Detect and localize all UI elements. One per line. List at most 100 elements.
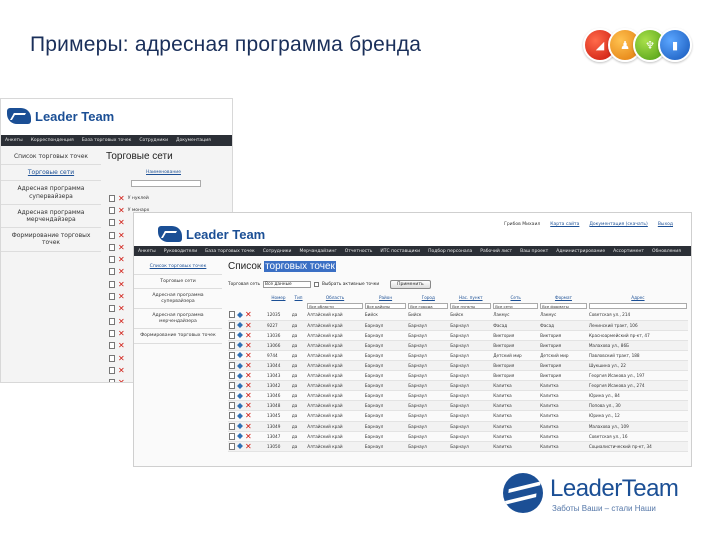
table-row[interactable]: ✕ 13042 да Алтайский край Барнаул Барнаул Барн… bbox=[228, 380, 688, 392]
sidebar-item-networks[interactable]: Торговые сети bbox=[1, 165, 101, 182]
edit-icon[interactable] bbox=[237, 372, 243, 379]
table-row[interactable]: ✕ 13043 да Алтайский край Барнаул Барнаул Барн… bbox=[228, 370, 688, 382]
table-row[interactable]: ✕ 13045 да Алтайский край Барнаул Барнаул Барн… bbox=[228, 410, 688, 422]
document-icon[interactable] bbox=[229, 362, 235, 370]
menu-item[interactable]: Отчетность bbox=[345, 249, 373, 254]
menu-item[interactable]: Рабочий лист bbox=[480, 249, 512, 254]
document-icon[interactable] bbox=[109, 268, 115, 276]
delete-icon[interactable]: ✕ bbox=[245, 402, 252, 410]
menu-item[interactable]: Анкеты bbox=[5, 138, 23, 143]
menu-item[interactable]: ИТС поставщики bbox=[380, 249, 420, 254]
table-row[interactable]: ✕ 13036 да Алтайский край Барнаул Барнаул Барн… bbox=[228, 330, 688, 341]
menu-item[interactable]: Анкеты bbox=[138, 249, 156, 254]
document-icon[interactable] bbox=[229, 351, 235, 359]
apply-button[interactable]: Применить bbox=[390, 280, 431, 289]
edit-icon[interactable] bbox=[237, 352, 243, 359]
city-filter[interactable]: Все города bbox=[408, 302, 449, 309]
delete-icon[interactable]: ✕ bbox=[118, 268, 125, 276]
delete-icon[interactable]: ✕ bbox=[245, 432, 252, 440]
document-icon[interactable] bbox=[229, 331, 235, 339]
edit-icon[interactable] bbox=[237, 322, 243, 329]
sitemap-link[interactable]: Карта сайта bbox=[550, 222, 579, 227]
document-icon[interactable] bbox=[109, 366, 115, 374]
column-address[interactable]: Адрес bbox=[588, 294, 688, 301]
sidebar-item-merch-program[interactable]: Адресная программа мерчендайзера bbox=[1, 205, 101, 229]
delete-icon[interactable]: ✕ bbox=[118, 280, 125, 288]
active-only-checkbox[interactable] bbox=[314, 282, 320, 287]
edit-icon[interactable] bbox=[237, 342, 243, 349]
delete-icon[interactable]: ✕ bbox=[245, 412, 252, 420]
document-icon[interactable] bbox=[109, 243, 115, 251]
delete-icon[interactable]: ✕ bbox=[245, 382, 252, 390]
table-row[interactable]: ✕ 13066 да Алтайский край Барнаул Барнаул Барн… bbox=[228, 340, 688, 351]
edit-icon[interactable] bbox=[237, 433, 243, 440]
edit-icon[interactable] bbox=[237, 423, 243, 430]
document-icon[interactable] bbox=[109, 280, 115, 288]
document-icon[interactable] bbox=[229, 422, 235, 430]
menu-item[interactable]: Подбор персонала bbox=[428, 249, 472, 254]
sidebar-item-supervisor-program[interactable]: Адресная программа супервайзера bbox=[134, 289, 222, 309]
menu-item[interactable]: Обновления bbox=[652, 249, 681, 254]
column-district[interactable]: Район bbox=[364, 294, 408, 301]
delete-icon[interactable]: ✕ bbox=[245, 372, 252, 380]
menu-item[interactable]: Мерчандайзинг bbox=[299, 249, 336, 254]
column-type[interactable]: Тип bbox=[291, 294, 306, 301]
edit-icon[interactable] bbox=[237, 402, 243, 409]
sidebar-item-networks[interactable]: Торговые сети bbox=[134, 275, 222, 289]
table-row[interactable]: ✕ 13044 да Алтайский край Барнаул Барнаул Барн… bbox=[228, 360, 688, 372]
delete-icon[interactable]: ✕ bbox=[118, 243, 125, 251]
menu-item[interactable]: Корреспонденция bbox=[31, 138, 74, 143]
document-icon[interactable] bbox=[229, 372, 235, 380]
network-select[interactable]: Все данные bbox=[263, 281, 312, 288]
document-icon[interactable] bbox=[109, 219, 115, 227]
menu-item[interactable]: Ваш проект bbox=[520, 249, 548, 254]
delete-icon[interactable]: ✕ bbox=[118, 206, 125, 214]
delete-icon[interactable]: ✕ bbox=[118, 219, 125, 227]
edit-icon[interactable] bbox=[237, 443, 243, 450]
column-city[interactable]: Город bbox=[407, 294, 449, 301]
sidebar-item-form-outlets[interactable]: Формирование торговых точек bbox=[134, 329, 222, 344]
delete-icon[interactable]: ✕ bbox=[118, 366, 125, 374]
edit-icon[interactable] bbox=[237, 362, 243, 369]
district-filter[interactable]: Все районы bbox=[364, 302, 407, 309]
document-icon[interactable] bbox=[229, 311, 235, 319]
delete-icon[interactable]: ✕ bbox=[245, 422, 252, 430]
document-icon[interactable] bbox=[229, 392, 235, 400]
edit-icon[interactable] bbox=[237, 392, 243, 399]
settlement-filter[interactable]: Все пункты bbox=[450, 302, 492, 309]
edit-icon[interactable] bbox=[237, 382, 243, 389]
document-icon[interactable] bbox=[109, 256, 115, 264]
document-icon[interactable] bbox=[109, 379, 115, 382]
menu-item[interactable]: Документация bbox=[176, 138, 211, 143]
document-icon[interactable] bbox=[109, 206, 115, 214]
edit-icon[interactable] bbox=[237, 332, 243, 339]
delete-icon[interactable]: ✕ bbox=[245, 442, 252, 450]
delete-icon[interactable]: ✕ bbox=[118, 305, 125, 313]
delete-icon[interactable]: ✕ bbox=[245, 392, 252, 400]
format-filter[interactable]: Все форматы bbox=[540, 302, 587, 309]
document-icon[interactable] bbox=[229, 412, 235, 420]
delete-icon[interactable]: ✕ bbox=[245, 331, 252, 339]
table-row[interactable]: ✕ 12035 да Алтайский край Бийск Бийск Бийск Лак… bbox=[228, 310, 688, 321]
delete-icon[interactable]: ✕ bbox=[118, 194, 125, 202]
menu-item[interactable]: Сотрудники bbox=[139, 138, 168, 143]
delete-icon[interactable]: ✕ bbox=[118, 231, 125, 239]
name-filter-input[interactable] bbox=[131, 180, 201, 187]
document-icon[interactable] bbox=[229, 382, 235, 390]
column-region[interactable]: Область bbox=[306, 294, 364, 301]
delete-icon[interactable]: ✕ bbox=[118, 293, 125, 301]
delete-icon[interactable]: ✕ bbox=[245, 341, 252, 349]
document-icon[interactable] bbox=[229, 432, 235, 440]
column-network[interactable]: Сеть bbox=[492, 294, 539, 301]
delete-icon[interactable]: ✕ bbox=[118, 329, 125, 337]
delete-icon[interactable]: ✕ bbox=[118, 354, 125, 362]
document-icon[interactable] bbox=[109, 354, 115, 362]
delete-icon[interactable]: ✕ bbox=[118, 317, 125, 325]
document-icon[interactable] bbox=[229, 341, 235, 349]
sidebar-item-form-outlets[interactable]: Формирование торговых точек bbox=[1, 228, 101, 252]
delete-icon[interactable]: ✕ bbox=[118, 256, 125, 264]
docs-link[interactable]: Документация (скачать) bbox=[589, 222, 647, 227]
table-row[interactable]: ✕ 9227 да Алтайский край Барнаул Барнаул Барна… bbox=[228, 320, 688, 331]
region-filter[interactable]: Все области bbox=[307, 302, 363, 309]
table-row[interactable]: ✕ 13047 да Алтайский край Барнаул Барнаул Барн… bbox=[228, 431, 688, 442]
